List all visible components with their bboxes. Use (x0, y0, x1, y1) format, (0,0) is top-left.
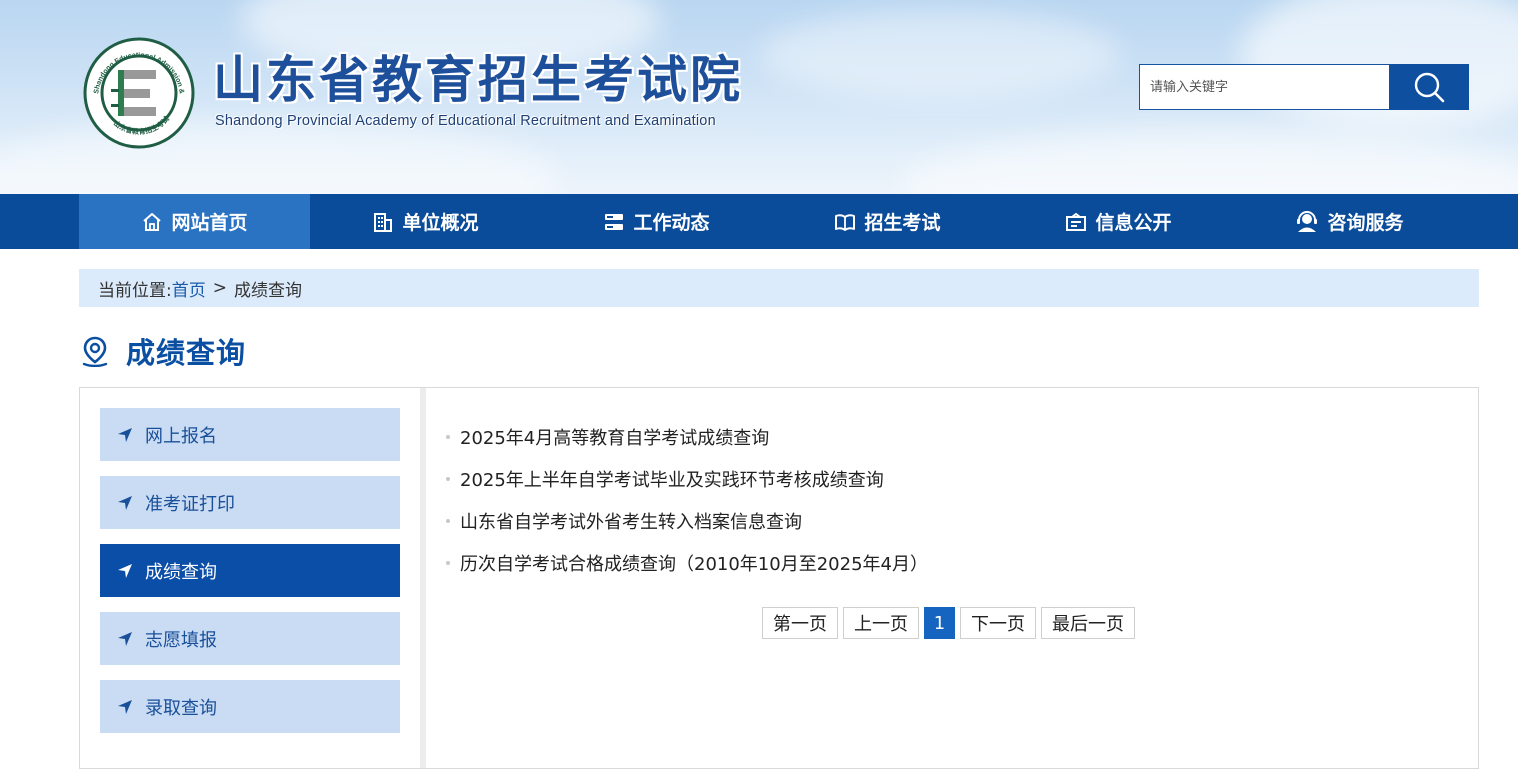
nav-item-label: 咨询服务 (1327, 212, 1404, 234)
sidebar-item-label: 准考证打印 (145, 493, 235, 515)
content-box: 网上报名 准考证打印 成绩查询 志愿填报 录取查询 2025年4月高等教育自学考… (79, 387, 1479, 769)
sidebar-item-label: 录取查询 (145, 697, 217, 719)
bullet-dot (446, 435, 450, 439)
sidebar-item-admission-query[interactable]: 录取查询 (100, 680, 400, 733)
nav-item-exam[interactable]: 招生考试 (772, 194, 1003, 249)
search-input[interactable] (1139, 64, 1389, 110)
home-icon (143, 212, 162, 231)
bullet-dot (446, 519, 450, 523)
nav-item-label: 工作动态 (633, 212, 710, 234)
cloud-decoration (900, 130, 1518, 194)
search-icon (1414, 72, 1445, 103)
seal-logo-icon: Shandong Educational Admission & Examina… (79, 29, 195, 149)
list-item[interactable]: 2025年4月高等教育自学考试成绩查询 (446, 416, 1446, 458)
navigation-arrow-icon (118, 699, 132, 714)
location-pin-icon (82, 336, 108, 367)
main-nav: 网站首页 单位概况 工作动态 招生考试 信息公开 咨询服务 (0, 194, 1518, 249)
navigation-arrow-icon (118, 563, 132, 578)
sidebar-item-application[interactable]: 志愿填报 (100, 612, 400, 665)
navigation-arrow-icon (118, 631, 132, 646)
site-header: Shandong Educational Admission & Examina… (0, 0, 1518, 194)
site-subtitle: Shandong Provincial Academy of Education… (215, 113, 716, 129)
server-list-icon (605, 213, 624, 230)
building-icon (374, 212, 393, 232)
nav-item-about[interactable]: 单位概况 (310, 194, 541, 249)
breadcrumb-home-link[interactable]: 首页 (172, 276, 206, 301)
cloud-decoration (760, 10, 1120, 100)
site-logo[interactable]: Shandong Educational Admission & Examina… (79, 29, 196, 149)
nav-item-label: 招生考试 (864, 212, 941, 234)
nav-item-label: 信息公开 (1095, 212, 1172, 234)
nav-item-service[interactable]: 咨询服务 (1234, 194, 1465, 249)
nav-item-home[interactable]: 网站首页 (79, 194, 310, 249)
search-bar (1139, 64, 1469, 110)
site-title: 山东省教育招生考试院 (213, 51, 743, 109)
list-item[interactable]: 2025年上半年自学考试毕业及实践环节考核成绩查询 (446, 458, 1446, 500)
sidebar-item-label: 志愿填报 (145, 629, 217, 651)
first-page-button[interactable]: 第一页 (762, 607, 838, 639)
breadcrumb-separator: > (212, 278, 227, 298)
sidebar-item-admission-ticket[interactable]: 准考证打印 (100, 476, 400, 529)
navigation-arrow-icon (118, 495, 132, 510)
pagination: 第一页 上一页 1 下一页 最后一页 (762, 607, 1140, 639)
support-agent-icon (1297, 210, 1318, 232)
sidebar-item-label: 网上报名 (145, 425, 217, 447)
sidebar: 网上报名 准考证打印 成绩查询 志愿填报 录取查询 (100, 408, 400, 748)
list-item[interactable]: 山东省自学考试外省考生转入档案信息查询 (446, 500, 1446, 542)
next-page-button[interactable]: 下一页 (960, 607, 1036, 639)
bullet-dot (446, 561, 450, 565)
list-item[interactable]: 历次自学考试合格成绩查询（2010年10月至2025年4月） (446, 542, 1446, 584)
breadcrumb: 当前位置: 首页 > 成绩查询 (79, 269, 1479, 307)
nav-item-info[interactable]: 信息公开 (1003, 194, 1234, 249)
column-divider (420, 388, 426, 768)
page-heading: 成绩查询 (80, 330, 246, 372)
search-button[interactable] (1389, 64, 1469, 110)
nav-item-news[interactable]: 工作动态 (541, 194, 772, 249)
sidebar-item-label: 成绩查询 (145, 561, 217, 583)
sidebar-item-online-registration[interactable]: 网上报名 (100, 408, 400, 461)
prev-page-button[interactable]: 上一页 (843, 607, 919, 639)
open-book-icon (835, 213, 856, 231)
nav-item-label: 单位概况 (402, 212, 479, 234)
breadcrumb-current: 成绩查询 (233, 280, 302, 301)
article-link[interactable]: 山东省自学考试外省考生转入档案信息查询 (460, 508, 802, 534)
info-board-icon (1066, 212, 1087, 231)
article-link[interactable]: 2025年4月高等教育自学考试成绩查询 (460, 424, 769, 450)
article-link[interactable]: 2025年上半年自学考试毕业及实践环节考核成绩查询 (460, 466, 884, 492)
bullet-dot (446, 477, 450, 481)
page-title: 成绩查询 (126, 336, 247, 370)
navigation-arrow-icon (118, 427, 132, 442)
last-page-button[interactable]: 最后一页 (1041, 607, 1135, 639)
sidebar-item-score-query[interactable]: 成绩查询 (100, 544, 400, 597)
nav-item-label: 网站首页 (171, 212, 248, 234)
article-link[interactable]: 历次自学考试合格成绩查询（2010年10月至2025年4月） (460, 550, 928, 576)
article-list: 2025年4月高等教育自学考试成绩查询 2025年上半年自学考试毕业及实践环节考… (446, 416, 1446, 584)
breadcrumb-prefix: 当前位置: (98, 280, 172, 301)
current-page-button[interactable]: 1 (924, 607, 955, 639)
